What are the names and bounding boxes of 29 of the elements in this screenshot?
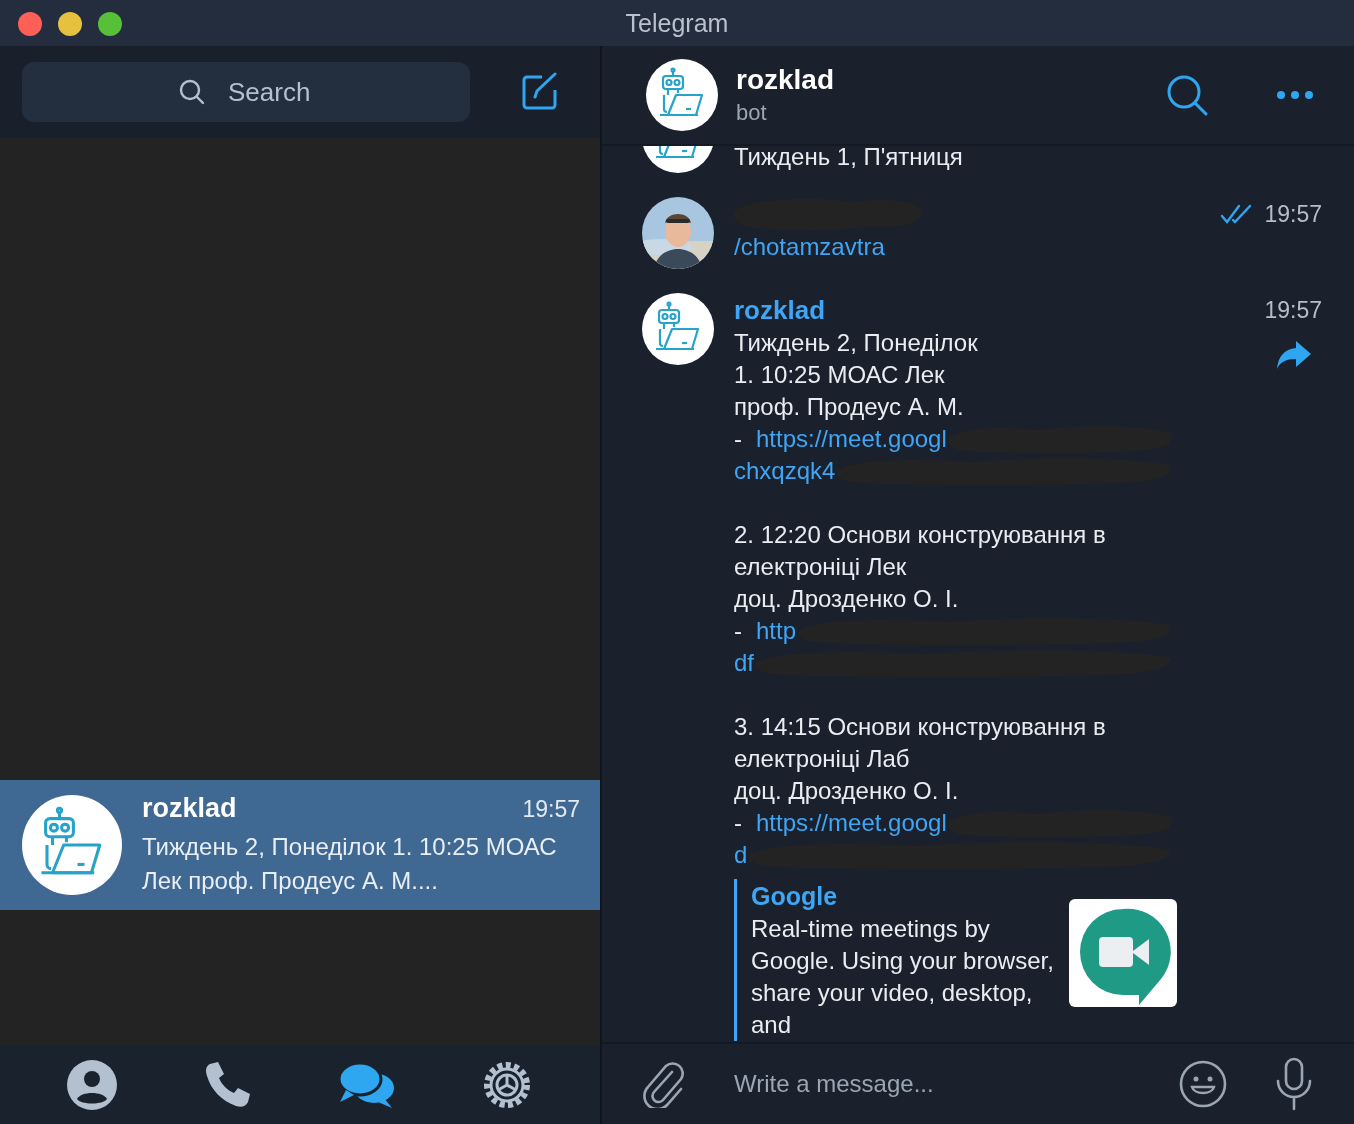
message-text: 3. 14:15 Основи конструювання в електроніці Лаб доц. Дрозденко О. І. — [734, 712, 1106, 806]
message-text: Тиждень 2, Понеділок 1. 10:25 МОАС Лек проф. Продеус А. М. — [734, 328, 978, 422]
chat-preview: Тиждень 2, Понеділок 1. 10:25 МОАС Лек проф. Продеус А. М.... — [142, 831, 558, 896]
message-input[interactable]: Write a message... — [732, 1069, 1132, 1099]
chat-status: bot — [736, 100, 768, 126]
chat-time: 19:57 — [522, 795, 580, 823]
meeting-link[interactable]: http — [756, 615, 797, 647]
message-time: 19:57 — [1264, 296, 1322, 324]
message-time: 19:57 — [1264, 200, 1322, 228]
meeting-link[interactable]: https://meet.googl — [756, 423, 947, 455]
meeting-link[interactable]: df — [734, 647, 754, 679]
meeting-link[interactable]: d — [734, 839, 748, 871]
dash: - — [734, 425, 742, 453]
chat-name: rozklad — [142, 792, 237, 824]
dash: - — [734, 617, 742, 645]
search-field[interactable]: Search — [22, 62, 470, 122]
meeting-link[interactable]: chxqzqk4 — [734, 455, 836, 487]
meeting-link[interactable]: https://meet.googl — [756, 807, 947, 839]
message-text: Тиждень 1, П'ятниця — [734, 146, 963, 172]
dash: - — [734, 809, 742, 837]
chat-list-item[interactable]: rozklad 19:57 Тиждень 2, Понеділок 1. 10:25 МОАС Лек проф. Продеус А. М.... — [0, 780, 600, 910]
preview-site-name: Google — [751, 881, 839, 912]
sender-name: rozklad — [734, 294, 826, 326]
chat-title: rozklad — [736, 64, 836, 96]
message-text: 2. 12:20 Основи конструювання в електроніці Лек доц. Дрозденко О. І. — [734, 520, 1106, 614]
preview-description: Real-time meetings by Google. Using your browser, share your video, desktop, and — [751, 914, 1055, 1040]
command-link[interactable]: /chotamzavtra — [734, 231, 885, 263]
link-preview-card[interactable]: Google Real-time meetings by Google. Using your browser, share your video, desktop, and — [734, 879, 1177, 1041]
window-title: Telegram — [625, 8, 729, 38]
